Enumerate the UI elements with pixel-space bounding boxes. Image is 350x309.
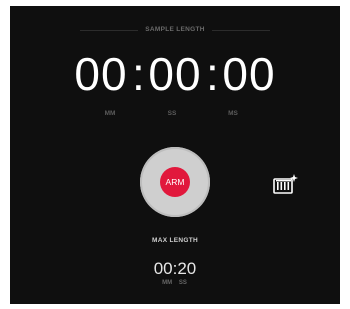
keyboard-sparkle-icon: [273, 174, 298, 194]
seconds-value: 00: [148, 48, 202, 100]
seconds-unit-label: SS: [167, 110, 177, 117]
milliseconds-unit-label: MS: [228, 110, 238, 117]
milliseconds-value: 00: [222, 48, 276, 100]
arm-button[interactable]: ARM: [140, 147, 210, 217]
minutes-value: 00: [74, 48, 128, 100]
arm-button-label: ARM: [160, 167, 190, 197]
time-separator: :: [206, 48, 220, 100]
sampler-panel: SAMPLE LENGTH 00:00:00 MM SS MS ARM MAX …: [10, 6, 340, 304]
time-separator: :: [132, 48, 146, 100]
max-length-label: MAX LENGTH: [152, 237, 198, 244]
sample-length-label: SAMPLE LENGTH: [145, 26, 205, 33]
minutes-unit-label: MM: [104, 110, 116, 117]
max-length-units: MM SS: [10, 280, 340, 286]
max-length-value[interactable]: 00:20: [10, 259, 340, 279]
sample-length-display: 00:00:00: [10, 46, 340, 102]
max-seconds-unit: SS: [178, 280, 187, 286]
max-minutes-unit: MM: [162, 280, 173, 286]
divider-right: [212, 30, 270, 31]
keyboard-settings-button[interactable]: [273, 173, 299, 195]
